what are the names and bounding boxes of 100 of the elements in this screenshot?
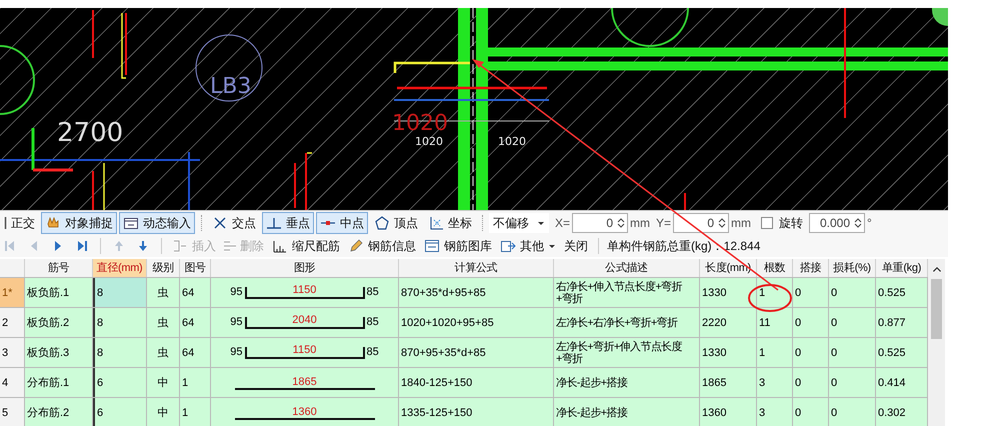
row-header: 4 [0, 368, 25, 397]
toolbar-button[interactable]: 其他 [498, 237, 558, 255]
snap-toggle-button[interactable]: 动态输入 [119, 212, 195, 234]
column-header[interactable]: 级别 [147, 259, 180, 277]
snap-toggle-button[interactable]: 对象捕捉 [41, 212, 117, 234]
unit-label: ° [867, 215, 872, 232]
dimension-text: 1020 [415, 135, 443, 148]
table-cell: 0 [793, 308, 829, 337]
hook-length: 95 [230, 285, 242, 300]
column-header[interactable]: 搭接 [793, 259, 829, 277]
snap-toggle-button[interactable]: 交点 [208, 212, 260, 234]
table-cell: 870+95+35*d+85 [399, 338, 554, 367]
spin-field[interactable]: 0 [572, 213, 628, 233]
toolbar-button[interactable]: 关闭 [562, 237, 590, 255]
caret-icon [548, 242, 556, 250]
unit-label: mm [731, 215, 752, 232]
delete-row-icon [224, 241, 236, 251]
table-cell: 8 [93, 278, 147, 307]
table-cell: 64 [180, 278, 211, 307]
table-cell: 分布筋.1 [25, 368, 93, 397]
snap-toggle-button[interactable]: 正交 [0, 212, 39, 234]
perpendicular-icon [266, 215, 282, 231]
table-cell: 1 [757, 278, 793, 307]
offset-dropdown[interactable]: 不偏移 [489, 213, 549, 233]
table-cell: 2220 [700, 308, 757, 337]
spinner-icon [854, 217, 862, 229]
table-cell: 1 [180, 398, 211, 426]
scrollbar-thumb[interactable] [931, 279, 942, 339]
rebar-length: 1865 [292, 376, 317, 388]
row-header: 3 [0, 338, 25, 367]
row-header: 5 [0, 398, 25, 426]
highlight-circle [748, 284, 792, 312]
dimension-text: 1020 [498, 135, 526, 148]
table-cell: 1335-125+150 [399, 398, 554, 426]
rotate-checkbox[interactable] [761, 217, 774, 229]
table-cell: 0 [829, 398, 876, 426]
hook-length: 95 [230, 345, 242, 360]
table-cell: 板负筋.2 [25, 308, 93, 337]
toolbar-button[interactable]: 钢筋图库 [422, 237, 494, 255]
table-cell: 8 [93, 308, 147, 337]
spin-field[interactable]: 0.000 [809, 213, 866, 233]
table-cell: 6 [93, 368, 147, 397]
rotate-label: 旋转 [779, 215, 804, 232]
table-cell: 左净长+弯折+伸入节点长度+弯折 [554, 338, 700, 367]
table-cell: 0 [829, 368, 876, 397]
rebar-length: 1150 [292, 344, 316, 354]
caret-icon [537, 219, 545, 227]
column-header[interactable]: 损耗(%) [829, 259, 876, 277]
snap-toggle-button[interactable]: 中点 [316, 212, 368, 234]
table-cell: 8 [93, 338, 147, 367]
table-cell: 1840-125+150 [399, 368, 554, 397]
hook-length: 85 [366, 285, 379, 300]
pencil-icon [348, 238, 364, 254]
table-cell: 中 [147, 398, 180, 426]
table-cell: 3 [757, 398, 793, 426]
table-cell: 3 [757, 368, 793, 397]
hook-length: 95 [230, 315, 242, 330]
cross-icon [212, 215, 228, 231]
column-header[interactable]: 公式描述 [554, 259, 700, 277]
table-cell: 1330 [700, 338, 757, 367]
floor-plan-drawing[interactable] [0, 8, 948, 210]
coordinate-icon [428, 215, 444, 231]
column-header[interactable]: 直径(mm) [93, 259, 147, 277]
coordinate-label: Y= [656, 215, 672, 232]
table-cell: 净长-起步+搭接 [554, 398, 700, 426]
toolbar-button[interactable]: 钢筋信息 [346, 237, 418, 255]
column-header[interactable]: 根数 [757, 259, 793, 277]
rebar-length: 1150 [292, 284, 316, 294]
snap-toggle-button[interactable]: 顶点 [370, 212, 422, 234]
scrollbar[interactable] [928, 259, 945, 426]
table-cell: 中 [147, 368, 180, 397]
table-cell: 板负筋.3 [25, 338, 93, 367]
table-cell: 64 [180, 308, 211, 337]
table-cell: 左净长+右净长+弯折+弯折 [554, 308, 700, 337]
table-cell: 0 [829, 338, 876, 367]
rebar-length: 2040 [292, 314, 317, 324]
insert-row-icon [172, 238, 188, 254]
snap-toggle-button[interactable]: 垂点 [262, 212, 314, 234]
table-cell: 1330 [700, 278, 757, 307]
export-icon [500, 238, 516, 254]
toolbar-button[interactable]: 缩尺配筋 [270, 237, 342, 255]
spinner-icon [617, 217, 626, 229]
coordinate-label: X= [555, 215, 570, 232]
table-cell: 0 [829, 278, 876, 307]
table-cell: 0 [793, 368, 829, 397]
table-cell: 64 [180, 338, 211, 367]
table-cell: 870+35*d+95+85 [399, 278, 554, 307]
table-cell: 0 [829, 308, 876, 337]
table-cell: 分布筋.2 [25, 398, 93, 426]
table-cell: 1020+1020+95+85 [399, 308, 554, 337]
snap-toggle-button[interactable]: 坐标 [424, 212, 476, 234]
table-cell: 1 [757, 338, 793, 367]
column-header[interactable]: 图形 [211, 259, 399, 277]
hook-length: 85 [366, 315, 379, 330]
column-header[interactable]: 计算公式 [399, 259, 554, 277]
spin-field[interactable]: 0 [673, 213, 730, 233]
table-cell: 0 [793, 398, 829, 426]
column-header[interactable]: 图号 [180, 259, 211, 277]
pentagon-icon [374, 215, 390, 231]
table-cell: 0 [793, 338, 829, 367]
